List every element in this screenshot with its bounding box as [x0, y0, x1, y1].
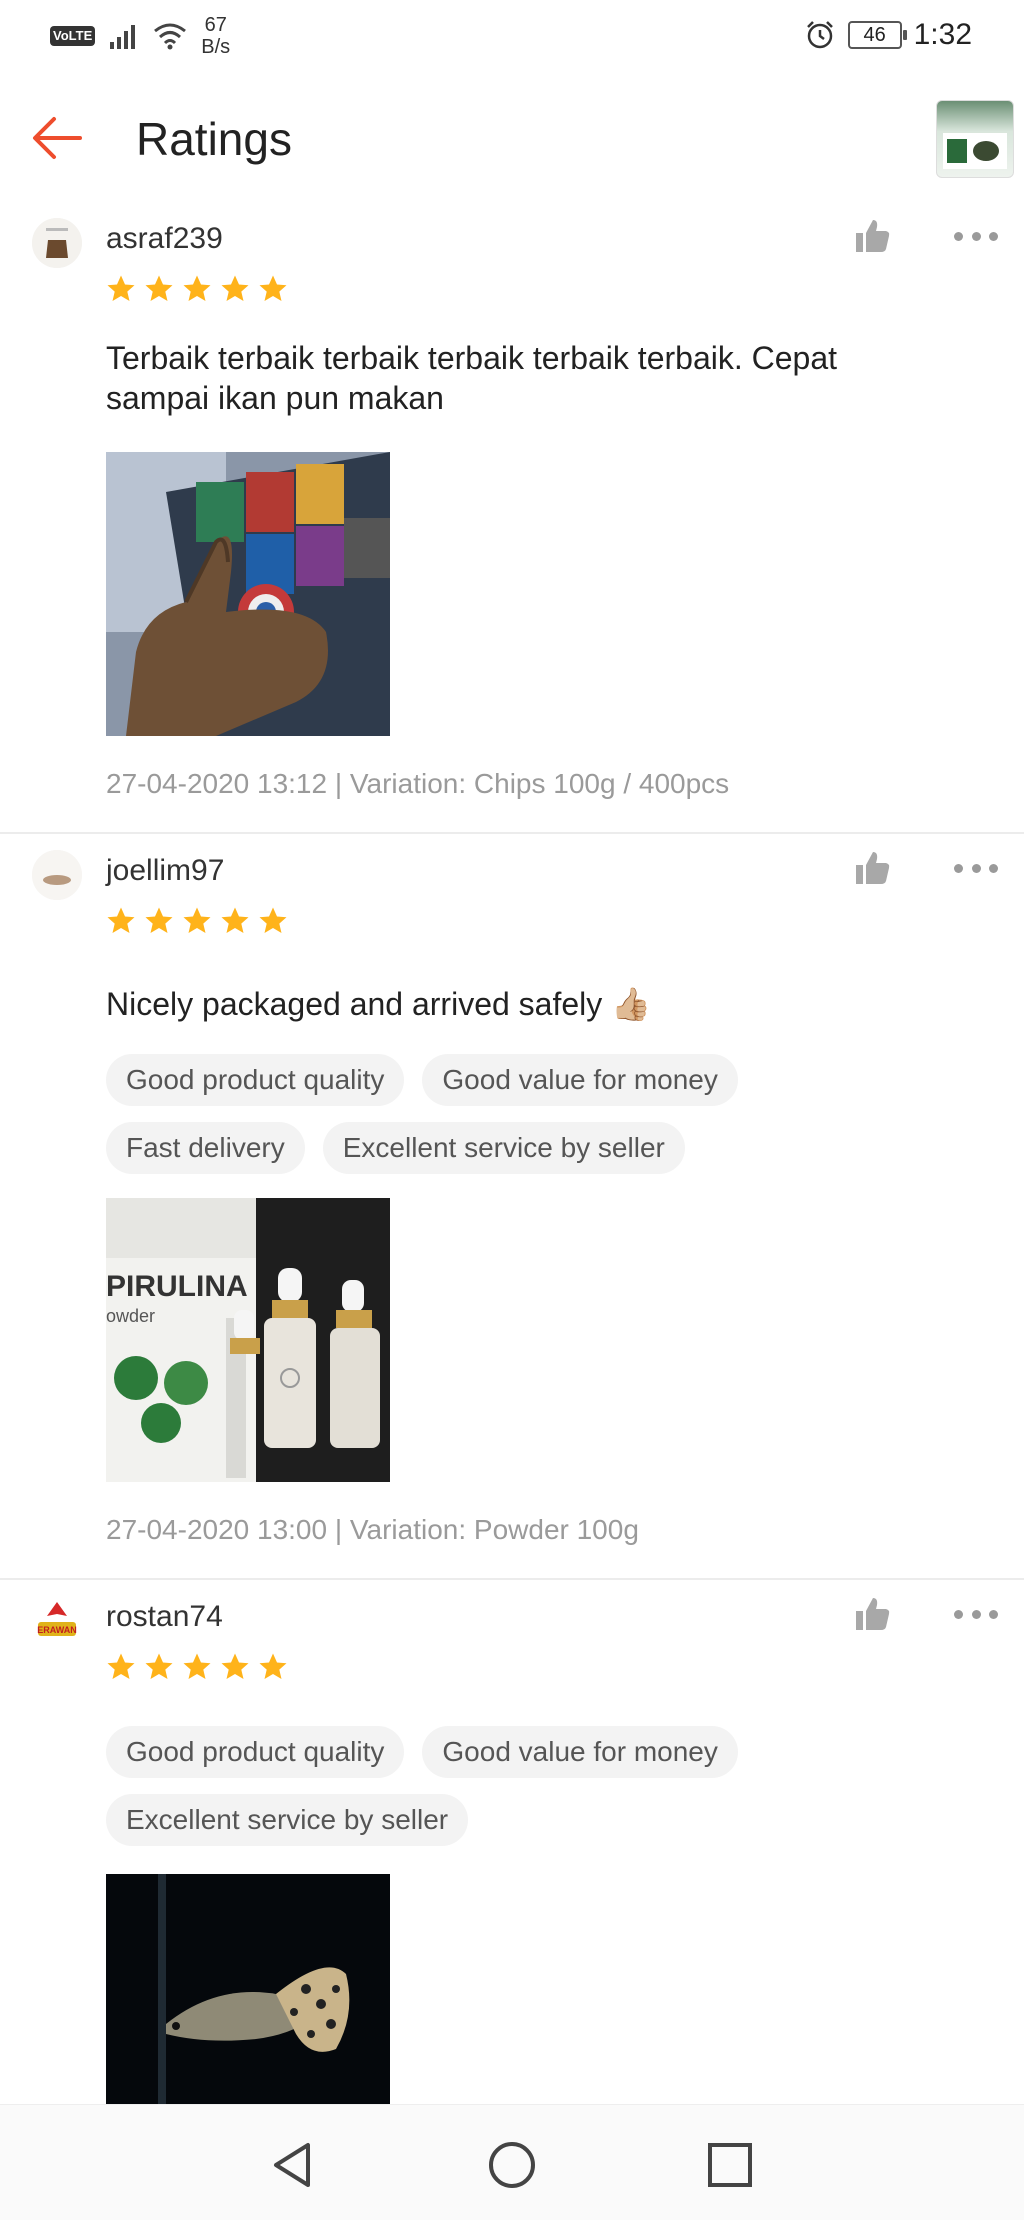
status-right: 46 1:32 [804, 18, 972, 52]
signal-icon [110, 25, 136, 49]
review-photo-image [106, 1874, 390, 2104]
thumbs-up-icon [856, 220, 890, 252]
review-meta: 27-04-2020 13:12 | Variation: Chips 100g… [106, 768, 730, 799]
arrow-left-icon [33, 117, 82, 159]
nav-home-button[interactable] [486, 2139, 538, 2191]
reviewer-username[interactable]: asraf239 [106, 222, 223, 256]
nav-back-button[interactable] [268, 2139, 320, 2191]
like-button[interactable] [852, 848, 892, 888]
photo-sublabel: owder [106, 1306, 155, 1326]
product-thumbnail-package [947, 139, 967, 163]
avatar-image [32, 218, 82, 268]
back-button[interactable] [28, 108, 88, 168]
network-speed-value: 67 [204, 14, 227, 36]
star-icon [183, 907, 211, 933]
review-tag: Good value for money [422, 1054, 738, 1106]
review-photo-image [106, 452, 390, 736]
star-icon [107, 907, 135, 933]
alarm-icon [806, 21, 833, 49]
like-button[interactable] [852, 216, 892, 256]
review-photo-image: PIRULINA owder [106, 1198, 390, 1482]
star-icon [221, 275, 249, 301]
review-tag: Good product quality [106, 1726, 405, 1778]
status-left: VoLTE 67 B/s [50, 14, 230, 58]
system-nav-bar [0, 2104, 1024, 2220]
more-horizontal-icon-dot [989, 1609, 998, 1619]
like-button[interactable] [852, 1594, 892, 1634]
more-horizontal-icon-dot [954, 231, 963, 241]
star-icon [259, 1653, 287, 1679]
star-icon [145, 275, 173, 301]
star-rating [106, 1652, 288, 1682]
star-rating [106, 274, 288, 304]
more-horizontal-icon-dot [989, 231, 998, 241]
thumbs-up-icon [856, 1598, 890, 1630]
star-icon [145, 907, 173, 933]
product-thumbnail-powder [973, 141, 999, 161]
square-recents-icon [708, 2143, 752, 2187]
star-icon [221, 1653, 249, 1679]
circle-home-icon [489, 2142, 535, 2188]
star-icon [107, 1653, 135, 1679]
review-comment: Terbaik terbaik terbaik terbaik terbaik … [106, 340, 838, 416]
more-button[interactable] [954, 1606, 998, 1622]
reviewer-username[interactable]: rostan74 [106, 1600, 223, 1634]
avatar[interactable]: ERAWAN [32, 1596, 82, 1646]
more-horizontal-icon-dot [971, 1609, 981, 1619]
battery-level: 46 [863, 23, 886, 46]
product-thumbnail[interactable] [936, 100, 1014, 178]
review-tag: Good product quality [106, 1054, 405, 1106]
avatar-image: ERAWAN [32, 1596, 82, 1646]
avatar-image [32, 850, 82, 900]
star-icon [183, 275, 211, 301]
wifi-icon [154, 23, 187, 50]
star-icon [107, 275, 135, 301]
battery-indicator: 46 [847, 21, 907, 49]
review-item: ERAWAN rostan74 Good product quality Goo… [0, 1580, 1024, 2104]
avatar[interactable] [32, 850, 82, 900]
clock: 1:32 [913, 18, 972, 51]
review-item: joellim97 Nicely packaged and arrived sa… [0, 834, 1024, 1580]
review-tag: Fast delivery [106, 1122, 305, 1174]
more-button[interactable] [954, 860, 998, 876]
avatar[interactable] [32, 218, 82, 268]
triangle-back-icon [274, 2143, 310, 2187]
review-item: asraf239 Terbaik terbaik terbaik terbaik… [0, 202, 1024, 834]
review-tags: Good product quality Good value for mone… [106, 1054, 946, 1174]
review-photo[interactable]: PIRULINA owder [106, 1198, 390, 1482]
more-horizontal-icon-dot [971, 863, 981, 873]
star-icon [259, 907, 287, 933]
more-horizontal-icon-dot [954, 863, 963, 873]
star-icon [259, 275, 287, 301]
thumbs-up-icon [856, 852, 890, 884]
reviewer-username[interactable]: joellim97 [106, 854, 224, 888]
more-horizontal-icon-dot [954, 1609, 963, 1619]
more-horizontal-icon-dot [971, 231, 981, 241]
star-icon [221, 907, 249, 933]
photo-label: PIRULINA [106, 1270, 248, 1303]
review-tag: Good value for money [422, 1726, 738, 1778]
review-photo[interactable] [106, 452, 390, 736]
more-horizontal-icon-dot [989, 863, 998, 873]
app-header: Ratings [0, 72, 1024, 202]
avatar-label: ERAWAN [37, 1625, 77, 1635]
review-tag: Excellent service by seller [322, 1122, 685, 1174]
network-speed: 67 B/s [201, 14, 230, 58]
star-rating [106, 906, 288, 936]
page-title: Ratings [136, 113, 292, 165]
volte-badge: VoLTE [50, 26, 96, 46]
network-speed-unit: B/s [201, 36, 231, 58]
review-comment: Nicely packaged and arrived safely 👍🏼 [106, 986, 651, 1022]
review-photo[interactable] [106, 1874, 390, 2104]
status-bar: VoLTE 67 B/s 46 1:32 [0, 0, 1024, 72]
star-icon [183, 1653, 211, 1679]
nav-recents-button[interactable] [704, 2139, 756, 2191]
review-meta: 27-04-2020 13:00 | Variation: Powder 100… [106, 1514, 639, 1545]
review-tags: Good product quality Good value for mone… [106, 1726, 946, 1846]
more-button[interactable] [954, 228, 998, 244]
star-icon [145, 1653, 173, 1679]
review-tag: Excellent service by seller [106, 1794, 469, 1846]
